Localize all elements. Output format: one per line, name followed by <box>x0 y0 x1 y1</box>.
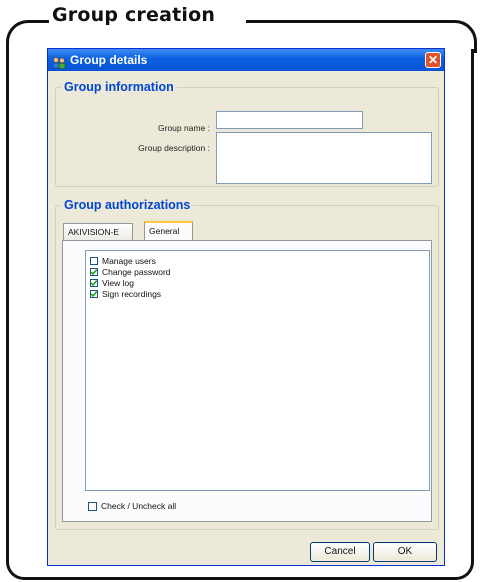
permission-label: View log <box>102 277 134 288</box>
permission-label: Sign recordings <box>102 288 162 299</box>
list-item-change-password[interactable]: Change password <box>90 266 429 277</box>
dialog-titlebar[interactable]: Group details ✕ <box>48 49 444 71</box>
list-item-view-log[interactable]: View log <box>90 277 429 288</box>
close-button[interactable]: ✕ <box>425 52 441 68</box>
close-icon: ✕ <box>427 53 439 67</box>
check-icon <box>90 268 98 275</box>
permission-label: Manage users <box>102 255 156 266</box>
tab-akivision-e[interactable]: AKIVISION-E <box>63 223 133 240</box>
group-icon <box>52 54 66 69</box>
check-all-checkbox[interactable] <box>88 501 97 511</box>
manage-users-checkbox[interactable] <box>90 256 98 265</box>
group-name-label: Group name : <box>158 123 210 133</box>
group-authorizations-legend: Group authorizations <box>64 198 191 212</box>
list-item-manage-users[interactable]: Manage users <box>90 255 429 266</box>
sign-recordings-checkbox[interactable] <box>90 289 98 298</box>
list-item-sign-recordings[interactable]: Sign recordings <box>90 288 429 299</box>
ok-button[interactable]: OK <box>373 542 437 562</box>
check-uncheck-all[interactable]: Check / Uncheck all <box>88 501 176 511</box>
group-details-dialog: Group details ✕ Group information Group … <box>47 48 445 566</box>
group-description-field[interactable] <box>216 132 432 184</box>
permissions-list[interactable]: Manage users Change password View log Si… <box>85 250 430 491</box>
group-description-label: Group description : <box>138 143 210 153</box>
group-information-legend: Group information <box>64 80 174 94</box>
cancel-button[interactable]: Cancel <box>310 542 370 562</box>
change-password-checkbox[interactable] <box>90 267 98 276</box>
group-name-field[interactable] <box>216 111 363 129</box>
check-icon <box>90 279 98 286</box>
check-icon <box>90 290 98 297</box>
permission-label: Change password <box>102 266 171 277</box>
view-log-checkbox[interactable] <box>90 278 98 287</box>
check-all-label: Check / Uncheck all <box>101 501 177 511</box>
tab-general[interactable]: General <box>144 221 193 240</box>
frame-title: Group creation <box>52 4 216 26</box>
dialog-title: Group details <box>70 53 148 67</box>
